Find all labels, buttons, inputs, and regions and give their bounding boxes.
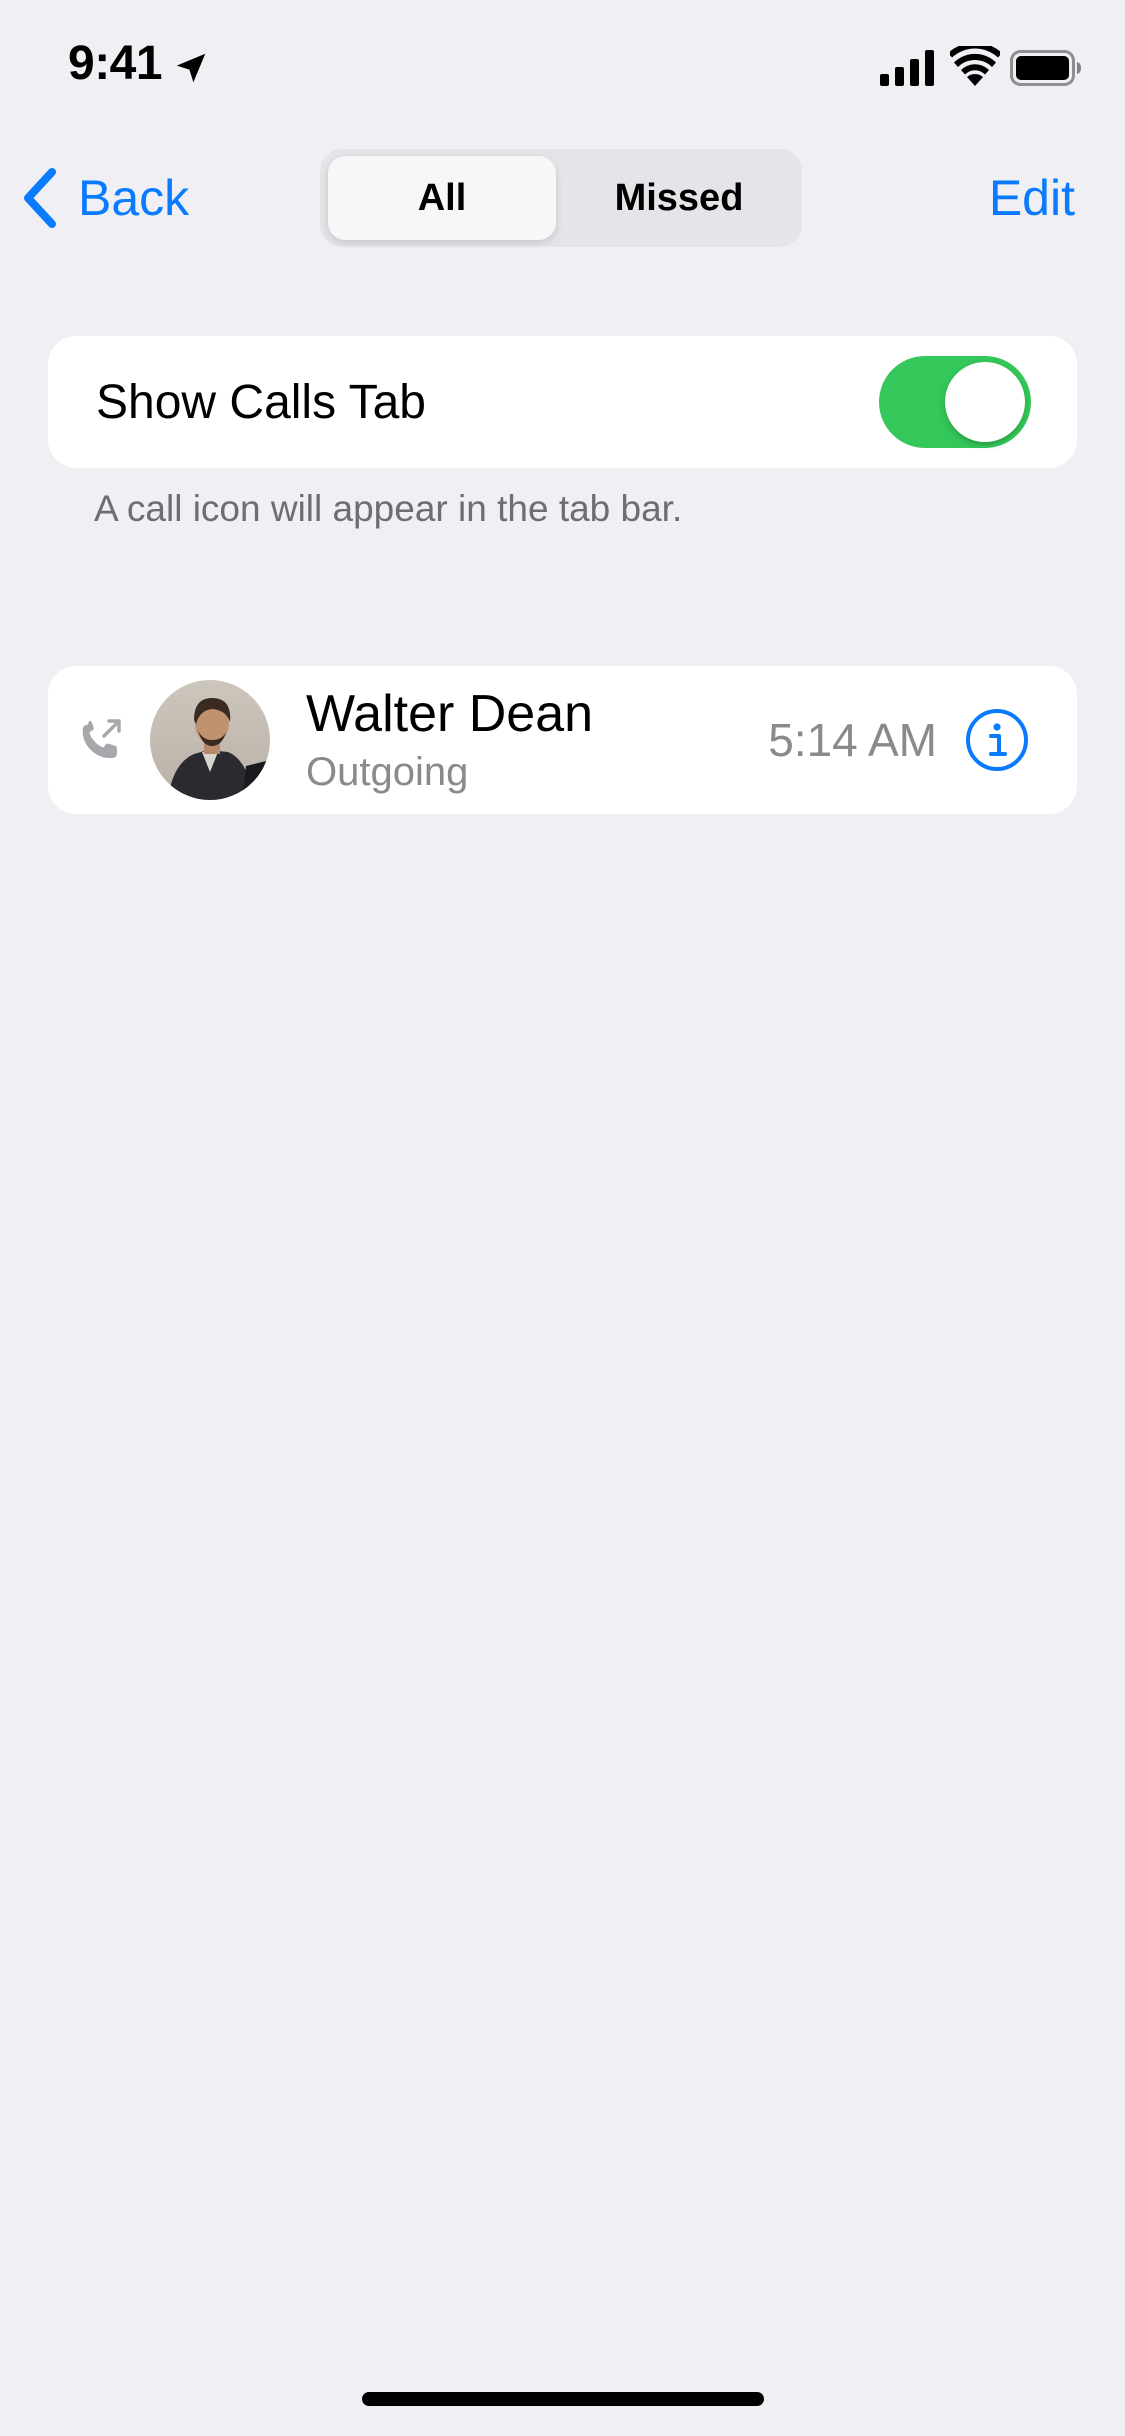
- segment-all[interactable]: All: [328, 156, 556, 240]
- home-indicator[interactable]: [362, 2392, 764, 2406]
- call-filter-segmented-control: All Missed: [320, 149, 802, 247]
- status-bar: 9:41: [0, 0, 1125, 140]
- call-type: Outgoing: [306, 750, 469, 794]
- caller-name: Walter Dean: [306, 685, 594, 743]
- back-label: Back: [78, 170, 190, 226]
- call-row[interactable]: Walter Dean Outgoing 5:14 AM: [48, 666, 1077, 814]
- back-button[interactable]: Back: [20, 162, 189, 234]
- location-arrow-icon: [176, 53, 206, 83]
- contact-photo: [150, 680, 270, 800]
- cellular-signal-icon: [880, 50, 934, 86]
- battery-icon: [1010, 50, 1081, 86]
- wifi-icon: [950, 46, 1000, 86]
- show-calls-tab-label: Show Calls Tab: [96, 375, 426, 429]
- settings-footnote: A call icon will appear in the tab bar.: [94, 488, 683, 529]
- chevron-left-icon: [24, 168, 56, 228]
- avatar: [150, 680, 270, 800]
- edit-button[interactable]: Edit: [989, 162, 1075, 234]
- call-time: 5:14 AM: [768, 714, 937, 766]
- show-calls-tab-row: Show Calls Tab: [48, 336, 1077, 468]
- info-icon[interactable]: [965, 708, 1029, 772]
- outgoing-call-icon: [82, 719, 121, 759]
- toggle-knob: [945, 362, 1025, 442]
- segment-missed[interactable]: Missed: [564, 156, 794, 240]
- show-calls-tab-toggle[interactable]: [879, 356, 1031, 448]
- status-time: 9:41: [68, 37, 163, 90]
